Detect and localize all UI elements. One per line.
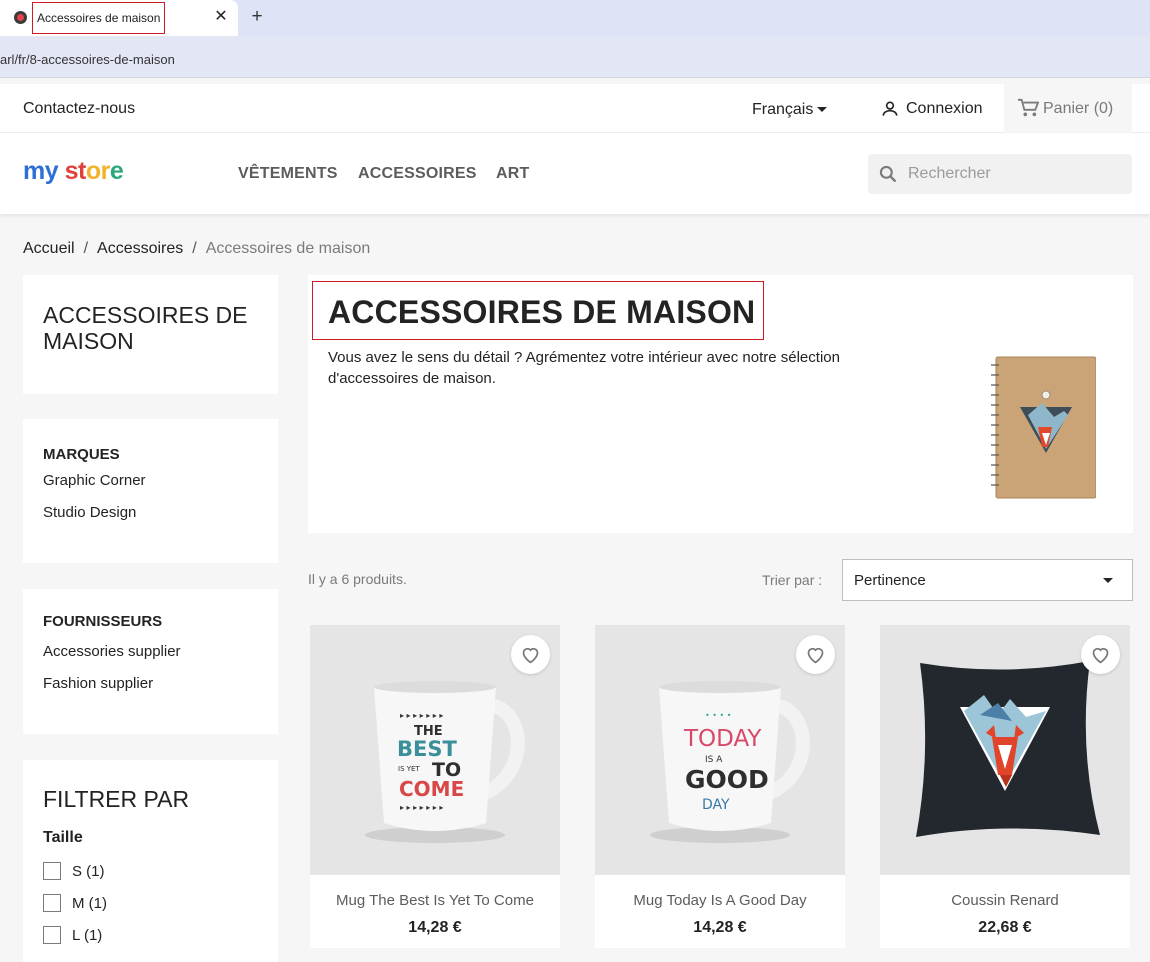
logo-text-part: e: [109, 157, 124, 185]
filter-option-label: M (1): [72, 894, 107, 912]
brands-title: MARQUES: [43, 446, 120, 463]
checkbox[interactable]: [43, 894, 61, 912]
breadcrumb-separator: /: [192, 240, 197, 257]
product-name[interactable]: Coussin Renard: [880, 892, 1130, 909]
product-price: 14,28 €: [693, 919, 747, 936]
header-main: my store VÊTEMENTS ACCESSOIRES ART: [0, 133, 1150, 214]
caret-down-icon: [817, 107, 828, 113]
language-selector[interactable]: Français: [752, 101, 828, 119]
supplier-link[interactable]: Fashion supplier: [43, 675, 153, 692]
language-label: Français: [752, 101, 814, 118]
breadcrumb-current: Accessoires de maison: [205, 240, 371, 257]
checkbox[interactable]: [43, 926, 61, 944]
user-icon: [882, 101, 898, 116]
product-thumbnail[interactable]: [880, 625, 1130, 875]
filter-group-title: Taille: [43, 829, 83, 846]
product-price: 22,68 €: [978, 919, 1032, 936]
filter-option-s[interactable]: S (1): [43, 862, 105, 880]
product-name[interactable]: Mug The Best Is Yet To Come: [310, 892, 560, 909]
filters-title: FILTRER PAR: [43, 786, 190, 812]
heart-icon: [1092, 647, 1109, 664]
breadcrumb-accessoires[interactable]: Accessoires: [97, 240, 183, 257]
tab-title: Accessoires de maison: [37, 11, 161, 25]
svg-text:▸ ▸ ▸ ▸ ▸ ▸ ▸: ▸ ▸ ▸ ▸ ▸ ▸ ▸: [400, 711, 443, 720]
mug-art-text: BEST: [397, 737, 457, 761]
wishlist-button[interactable]: [796, 635, 835, 674]
logo-text-part: st: [64, 157, 87, 185]
suppliers-facet: FOURNISSEURS Accessories supplier Fashio…: [23, 589, 278, 734]
breadcrumb-home[interactable]: Accueil: [23, 240, 75, 257]
mug-art-text: IS YET: [398, 765, 420, 773]
product-name[interactable]: Mug Today Is A Good Day: [595, 892, 845, 909]
breadcrumb: Accueil / Accessoires / Accessoires de maiso…: [23, 240, 370, 258]
url-text[interactable]: arl/fr/8-accessoires-de-maison: [0, 52, 175, 67]
product-card[interactable]: ▸ ▸ ▸ ▸ ▸ ▸ ▸ THE BEST IS YET TO COME ▸ …: [310, 625, 560, 948]
svg-text:▸ ▸ ▸ ▸ ▸ ▸ ▸: ▸ ▸ ▸ ▸ ▸ ▸ ▸: [400, 803, 443, 812]
store-logo[interactable]: my store: [23, 157, 124, 186]
brand-link[interactable]: Studio Design: [43, 504, 136, 521]
suppliers-title: FOURNISSEURS: [43, 613, 163, 630]
browser-tabbar: Accessoires de maison ✕ +: [0, 0, 1150, 36]
browser-tab[interactable]: Accessoires de maison ✕: [0, 0, 238, 36]
filter-option-m[interactable]: M (1): [43, 894, 107, 912]
caret-down-icon: [1103, 578, 1113, 583]
sort-value: Pertinence: [854, 572, 926, 589]
mug-art-text: GOOD: [685, 765, 769, 794]
new-tab-button[interactable]: +: [246, 5, 268, 29]
header-top: Contactez-nous Français Connexion Panier…: [0, 84, 1150, 133]
logo-text-part: or: [85, 157, 111, 185]
sidebar-category-title[interactable]: ACCESSOIRES DE MAISON: [43, 302, 268, 354]
breadcrumb-separator: /: [83, 240, 89, 257]
filter-option-label: S (1): [72, 862, 105, 880]
mug-art-text: COME: [399, 777, 464, 801]
menu-item-accessoires[interactable]: ACCESSOIRES: [358, 165, 477, 183]
wishlist-button[interactable]: [1081, 635, 1120, 674]
filter-option-l[interactable]: L (1): [43, 926, 102, 944]
product-card[interactable]: Coussin Renard 22,68 €: [880, 625, 1130, 948]
svg-text:• • • •: • • • •: [705, 711, 732, 720]
category-description: Vous avez le sens du détail ? Agrémentez…: [328, 349, 840, 387]
brands-facet: MARQUES Graphic Corner Studio Design: [23, 419, 278, 563]
cart-icon: [1018, 98, 1039, 117]
checkbox[interactable]: [43, 862, 61, 880]
heart-icon: [522, 647, 539, 664]
search-box: [868, 154, 1132, 194]
wishlist-button[interactable]: [511, 635, 550, 674]
cart-button[interactable]: Panier (0): [1004, 84, 1132, 133]
menu-item-art[interactable]: ART: [496, 165, 529, 183]
login-label: Connexion: [906, 100, 983, 117]
product-thumbnail[interactable]: ▸ ▸ ▸ ▸ ▸ ▸ ▸ THE BEST IS YET TO COME ▸ …: [310, 625, 560, 875]
address-bar[interactable]: arl/fr/8-accessoires-de-maison: [0, 36, 1150, 78]
tab-close-icon[interactable]: ✕: [212, 7, 230, 27]
sidebar-category-block: ACCESSOIRES DE MAISON: [23, 275, 278, 394]
login-link[interactable]: Connexion: [880, 99, 983, 119]
filter-option-label: L (1): [72, 926, 103, 944]
sort-label: Trier par :: [762, 572, 823, 588]
notebook-image: [991, 356, 1096, 499]
brand-link[interactable]: Graphic Corner: [43, 472, 146, 489]
menu-item-vetements[interactable]: VÊTEMENTS: [238, 165, 338, 183]
product-card[interactable]: • • • • TODAY IS A GOOD DAY Mug Today Is…: [595, 625, 845, 948]
heart-icon: [807, 647, 824, 664]
sort-dropdown[interactable]: Pertinence: [842, 559, 1133, 601]
category-header: ACCESSOIRES DE MAISON Vous avez le sens …: [308, 275, 1133, 533]
cart-label: Panier (0): [1043, 100, 1114, 117]
mug-art-text: DAY: [702, 797, 730, 813]
favicon-icon: [14, 11, 27, 24]
mug-art-text: TODAY: [683, 726, 762, 752]
page-title: ACCESSOIRES DE MAISON: [328, 294, 756, 330]
product-thumbnail[interactable]: • • • • TODAY IS A GOOD DAY: [595, 625, 845, 875]
product-count: Il y a 6 produits.: [308, 571, 407, 587]
search-input[interactable]: [908, 154, 1128, 194]
contact-link[interactable]: Contactez-nous: [23, 100, 135, 118]
mug-art-text: IS A: [705, 755, 723, 765]
filters-block: FILTRER PAR Taille S (1) M (1) L (1): [23, 760, 278, 962]
supplier-link[interactable]: Accessories supplier: [43, 643, 181, 660]
product-price: 14,28 €: [408, 919, 462, 936]
logo-text-part: my: [23, 157, 59, 185]
search-icon[interactable]: [878, 164, 898, 184]
